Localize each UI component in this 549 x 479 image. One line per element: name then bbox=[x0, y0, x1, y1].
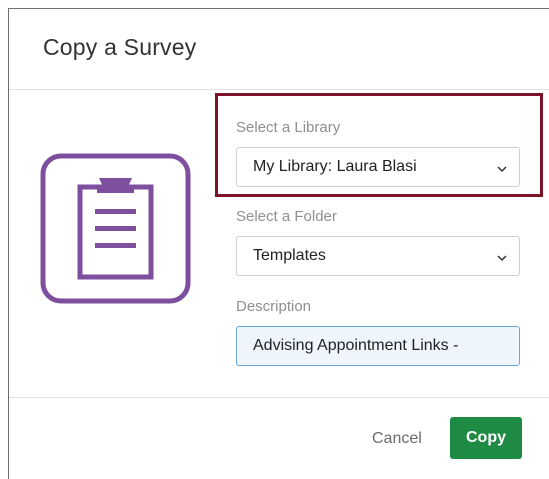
folder-select[interactable]: Templates bbox=[236, 236, 520, 276]
dialog-header: Copy a Survey bbox=[9, 9, 549, 90]
library-select[interactable]: My Library: Laura Blasi bbox=[236, 147, 520, 187]
library-label: Select a Library bbox=[236, 119, 341, 136]
folder-select-value: Templates bbox=[253, 247, 326, 264]
folder-label: Select a Folder bbox=[236, 208, 337, 225]
description-input-value: Advising Appointment Links - bbox=[253, 337, 459, 354]
copy-button[interactable]: Copy bbox=[450, 417, 522, 459]
footer-divider bbox=[9, 397, 549, 398]
copy-survey-dialog: Copy a Survey Select a Library My Librar… bbox=[8, 8, 549, 479]
clipboard-icon bbox=[40, 153, 191, 304]
dialog-title: Copy a Survey bbox=[43, 34, 197, 60]
chevron-down-icon bbox=[497, 255, 507, 262]
chevron-down-icon bbox=[497, 166, 507, 173]
description-input[interactable]: Advising Appointment Links - bbox=[236, 326, 520, 366]
library-select-value: My Library: Laura Blasi bbox=[253, 158, 417, 175]
description-label: Description bbox=[236, 298, 312, 315]
cancel-button[interactable]: Cancel bbox=[372, 430, 422, 448]
